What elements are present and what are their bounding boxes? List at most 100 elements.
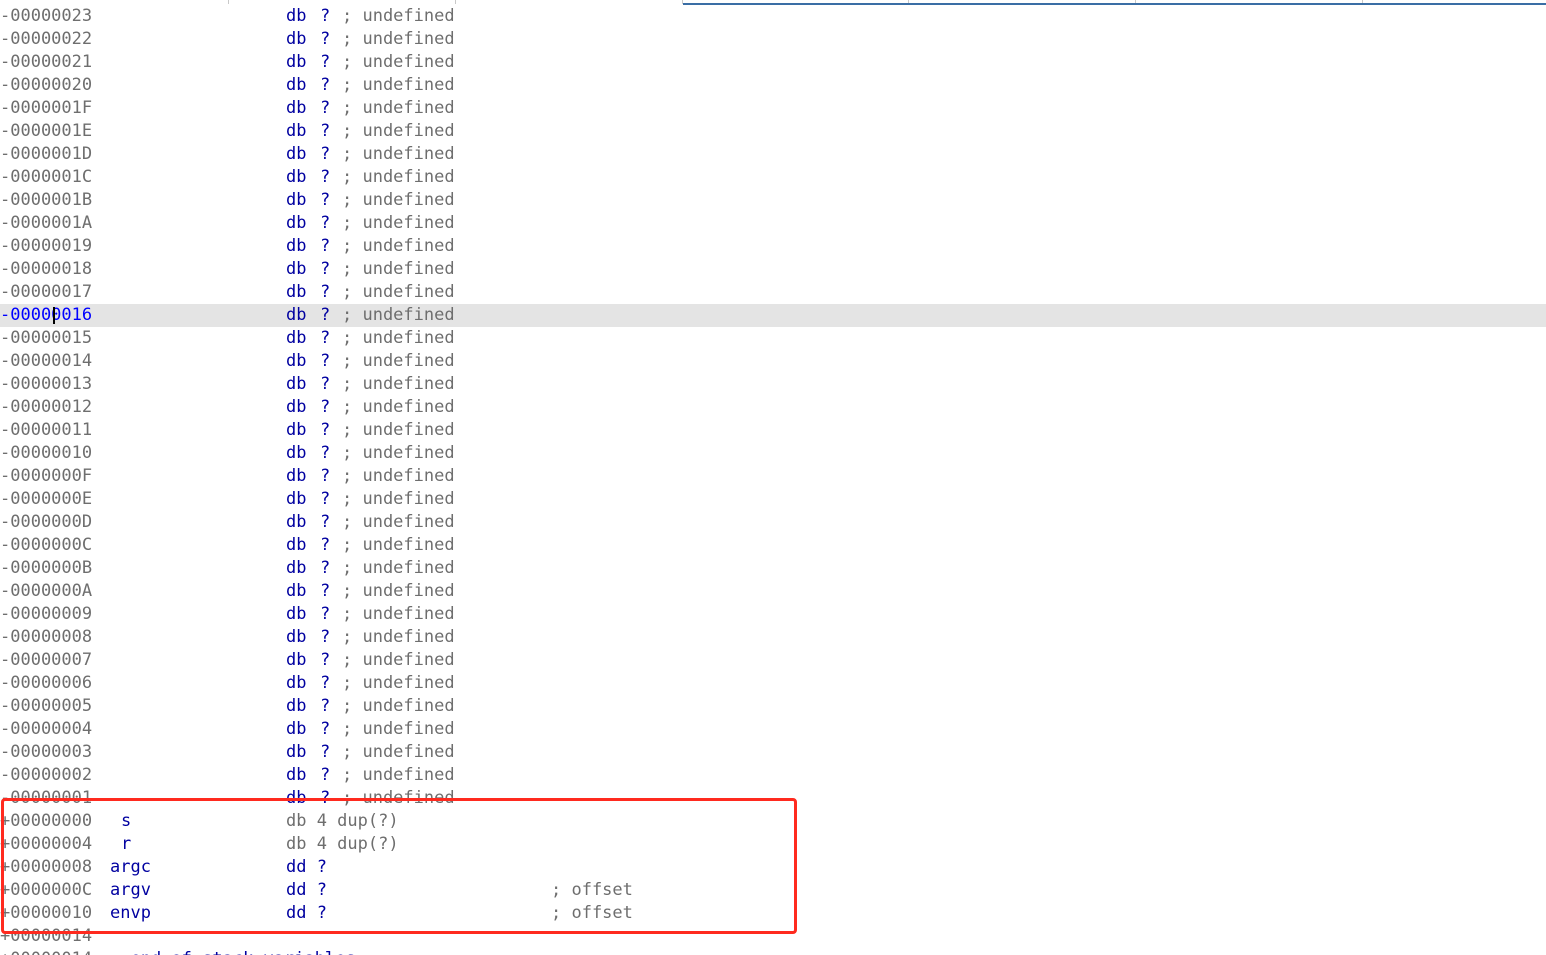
- row-address[interactable]: -00000008: [0, 626, 92, 649]
- stack-row[interactable]: -0000001D db? ; undefined: [0, 143, 1546, 166]
- row-address[interactable]: -00000015: [0, 327, 92, 350]
- row-mnemonic[interactable]: db: [286, 534, 306, 557]
- row-mnemonic[interactable]: db: [286, 189, 306, 212]
- row-mnemonic[interactable]: db: [286, 511, 306, 534]
- stack-row[interactable]: -00000005 db? ; undefined: [0, 695, 1546, 718]
- member-name[interactable]: envp: [110, 902, 151, 925]
- row-mnemonic[interactable]: db: [286, 327, 306, 350]
- row-address[interactable]: -0000001B: [0, 189, 92, 212]
- member-row-argc[interactable]: +00000008 argc dd ?: [0, 856, 1546, 879]
- row-address[interactable]: -00000014: [0, 350, 92, 373]
- row-operand[interactable]: ?: [320, 120, 330, 143]
- row-operand[interactable]: ?: [320, 304, 330, 327]
- row-mnemonic[interactable]: db: [286, 5, 306, 28]
- row-mnemonic[interactable]: db: [286, 419, 306, 442]
- row-address[interactable]: -00000001: [0, 787, 92, 810]
- row-operand[interactable]: ?: [320, 557, 330, 580]
- row-mnemonic[interactable]: db: [286, 74, 306, 97]
- member-address[interactable]: +0000000C: [0, 879, 92, 902]
- row-operand[interactable]: ?: [320, 350, 330, 373]
- row-operand[interactable]: ?: [320, 511, 330, 534]
- row-operand[interactable]: ?: [320, 235, 330, 258]
- member-declaration[interactable]: db 4 dup(?): [286, 833, 399, 856]
- stack-row[interactable]: -0000000B db? ; undefined: [0, 557, 1546, 580]
- member-name[interactable]: argc: [110, 856, 151, 879]
- stack-row[interactable]: -00000009 db? ; undefined: [0, 603, 1546, 626]
- member-row-envp[interactable]: +00000010 envp dd ? ; offset: [0, 902, 1546, 925]
- stack-row[interactable]: -00000002 db? ; undefined: [0, 764, 1546, 787]
- row-mnemonic[interactable]: db: [286, 442, 306, 465]
- stack-row[interactable]: -00000004 db? ; undefined: [0, 718, 1546, 741]
- member-row-r[interactable]: +00000004 r db 4 dup(?): [0, 833, 1546, 856]
- row-operand[interactable]: ?: [320, 787, 330, 810]
- member-address[interactable]: +00000010: [0, 902, 92, 925]
- stack-row[interactable]: -00000017 db? ; undefined: [0, 281, 1546, 304]
- stack-row[interactable]: -00000023 db? ; undefined: [0, 5, 1546, 28]
- row-mnemonic[interactable]: db: [286, 465, 306, 488]
- stack-row[interactable]: -0000000C db? ; undefined: [0, 534, 1546, 557]
- row-mnemonic[interactable]: db: [286, 212, 306, 235]
- row-address[interactable]: -0000001C: [0, 166, 92, 189]
- row-address[interactable]: -00000021: [0, 51, 92, 74]
- row-operand[interactable]: ?: [320, 488, 330, 511]
- row-operand[interactable]: ?: [320, 396, 330, 419]
- row-operand[interactable]: ?: [320, 51, 330, 74]
- row-operand[interactable]: ?: [320, 649, 330, 672]
- row-mnemonic[interactable]: db: [286, 350, 306, 373]
- row-operand[interactable]: ?: [320, 212, 330, 235]
- row-address[interactable]: -00000010: [0, 442, 92, 465]
- row-address[interactable]: -00000004: [0, 718, 92, 741]
- row-address[interactable]: -00000013: [0, 373, 92, 396]
- row-operand[interactable]: ?: [320, 281, 330, 304]
- row-address[interactable]: -0000000C: [0, 534, 92, 557]
- row-address[interactable]: -0000001E: [0, 120, 92, 143]
- row-mnemonic[interactable]: db: [286, 373, 306, 396]
- row-operand[interactable]: ?: [320, 28, 330, 51]
- row-address[interactable]: -0000001F: [0, 97, 92, 120]
- stack-row[interactable]: -0000001A db? ; undefined: [0, 212, 1546, 235]
- row-address[interactable]: -0000000D: [0, 511, 92, 534]
- stack-row[interactable]: -00000012 db? ; undefined: [0, 396, 1546, 419]
- row-mnemonic[interactable]: db: [286, 603, 306, 626]
- stack-row[interactable]: -0000001B db? ; undefined: [0, 189, 1546, 212]
- stack-frame-listing[interactable]: -00000023 db? ; undefined -00000022 db? ; und…: [0, 5, 1546, 955]
- row-operand[interactable]: ?: [320, 5, 330, 28]
- row-address[interactable]: -00000017: [0, 281, 92, 304]
- member-name[interactable]: argv: [110, 879, 151, 902]
- row-address[interactable]: -0000000E: [0, 488, 92, 511]
- row-operand[interactable]: ?: [320, 419, 330, 442]
- row-mnemonic[interactable]: db: [286, 235, 306, 258]
- stack-row[interactable]: -0000001C db? ; undefined: [0, 166, 1546, 189]
- stack-row[interactable]: -00000020 db? ; undefined: [0, 74, 1546, 97]
- row-address[interactable]: +00000014: [0, 925, 92, 948]
- stack-row[interactable]: -00000007 db? ; undefined: [0, 649, 1546, 672]
- row-address[interactable]: -00000009: [0, 603, 92, 626]
- row-mnemonic[interactable]: db: [286, 120, 306, 143]
- row-mnemonic[interactable]: db: [286, 580, 306, 603]
- row-mnemonic[interactable]: db: [286, 166, 306, 189]
- row-address[interactable]: -00000018: [0, 258, 92, 281]
- row-mnemonic[interactable]: db: [286, 787, 306, 810]
- row-address[interactable]: -00000003: [0, 741, 92, 764]
- stack-row[interactable]: -00000003 db? ; undefined: [0, 741, 1546, 764]
- row-mnemonic[interactable]: db: [286, 304, 306, 327]
- row-mnemonic[interactable]: db: [286, 557, 306, 580]
- row-address[interactable]: -00000005: [0, 695, 92, 718]
- row-mnemonic[interactable]: db: [286, 488, 306, 511]
- stack-row[interactable]: -00000001 db? ; undefined: [0, 787, 1546, 810]
- row-address[interactable]: -00000023: [0, 5, 92, 28]
- stack-row[interactable]: -0000000D db? ; undefined: [0, 511, 1546, 534]
- member-declaration[interactable]: dd ?: [286, 856, 327, 879]
- row-operand[interactable]: ?: [320, 97, 330, 120]
- row-operand[interactable]: ?: [320, 465, 330, 488]
- stack-row[interactable]: -00000010 db? ; undefined: [0, 442, 1546, 465]
- stack-row[interactable]: -00000006 db? ; undefined: [0, 672, 1546, 695]
- row-address[interactable]: -0000000A: [0, 580, 92, 603]
- row-operand[interactable]: ?: [320, 442, 330, 465]
- member-address[interactable]: +00000004: [0, 833, 92, 856]
- member-row-argv[interactable]: +0000000C argv dd ? ; offset: [0, 879, 1546, 902]
- row-mnemonic[interactable]: db: [286, 97, 306, 120]
- row-address[interactable]: -00000011: [0, 419, 92, 442]
- row-mnemonic[interactable]: db: [286, 281, 306, 304]
- member-name[interactable]: s: [121, 810, 131, 833]
